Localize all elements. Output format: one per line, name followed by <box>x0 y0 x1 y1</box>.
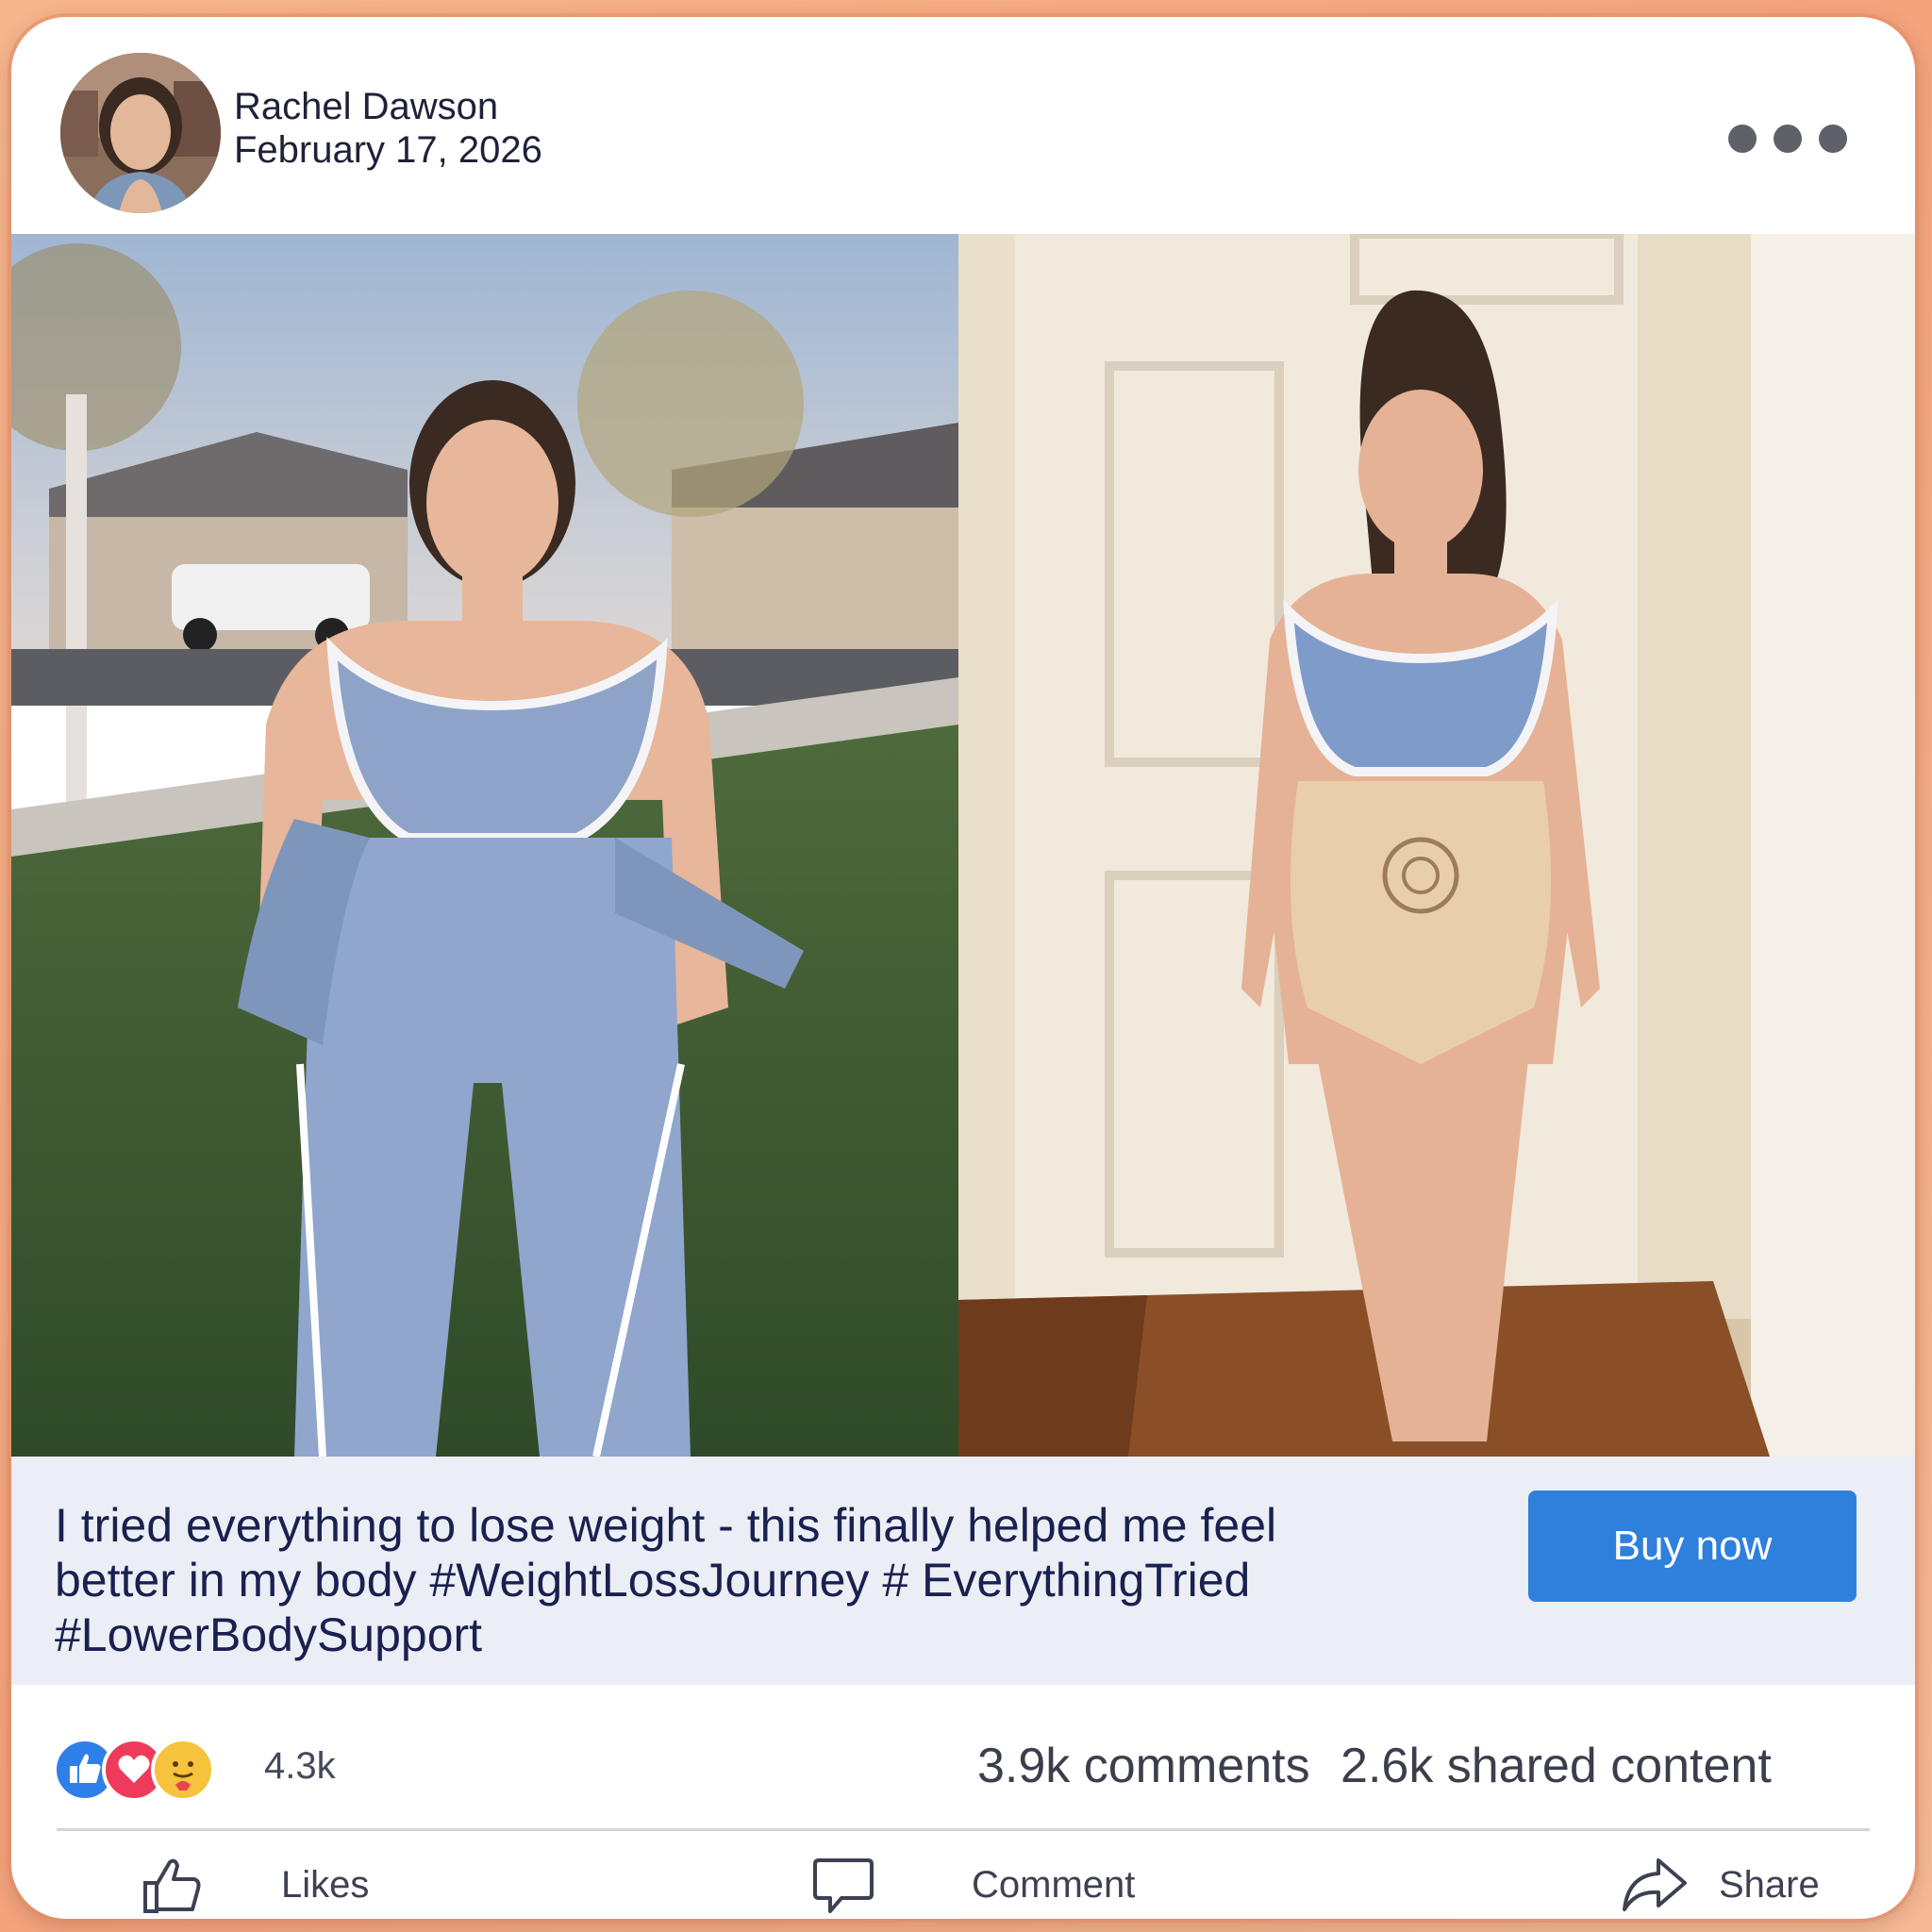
share-icon <box>1623 1858 1687 1911</box>
more-options-button[interactable] <box>1728 125 1847 153</box>
buy-now-button[interactable]: Buy now <box>1528 1491 1857 1602</box>
divider <box>57 1828 1870 1831</box>
like-label: Likes <box>281 1863 370 1906</box>
comment-count[interactable]: 3.9k comments <box>977 1739 1310 1793</box>
post-caption: I tried everything to lose weight - this… <box>55 1499 1277 1661</box>
post-date[interactable]: February 17, 2026 <box>234 128 542 172</box>
post-card: Rachel Dawson February 17, 2026 I tried … <box>11 17 1915 1919</box>
comment-button[interactable]: Comment <box>809 1847 1135 1919</box>
after-photo-image <box>958 234 1915 1457</box>
share-label: Share <box>1719 1863 1820 1906</box>
share-button[interactable]: Share <box>1619 1847 1820 1919</box>
comment-icon <box>813 1858 874 1913</box>
dot-icon <box>1819 125 1847 153</box>
after-photo[interactable] <box>958 234 1915 1457</box>
reactions-summary[interactable] <box>53 1738 260 1802</box>
comment-label: Comment <box>972 1863 1136 1906</box>
engagement-stats: 3.9k comments 2.6k shared content <box>977 1738 1772 1794</box>
like-button[interactable]: Likes <box>138 1847 369 1919</box>
care-icon <box>151 1738 215 1802</box>
dot-icon <box>1774 125 1802 153</box>
share-count[interactable]: 2.6k shared content <box>1341 1739 1772 1793</box>
before-photo-image <box>11 234 958 1457</box>
avatar[interactable] <box>60 53 221 213</box>
reaction-count[interactable]: 4.3k <box>264 1745 336 1788</box>
thumbs-up-icon <box>143 1858 201 1913</box>
avatar-image <box>60 53 221 213</box>
author-name[interactable]: Rachel Dawson <box>234 85 498 128</box>
dot-icon <box>1728 125 1757 153</box>
before-photo[interactable] <box>11 234 958 1457</box>
